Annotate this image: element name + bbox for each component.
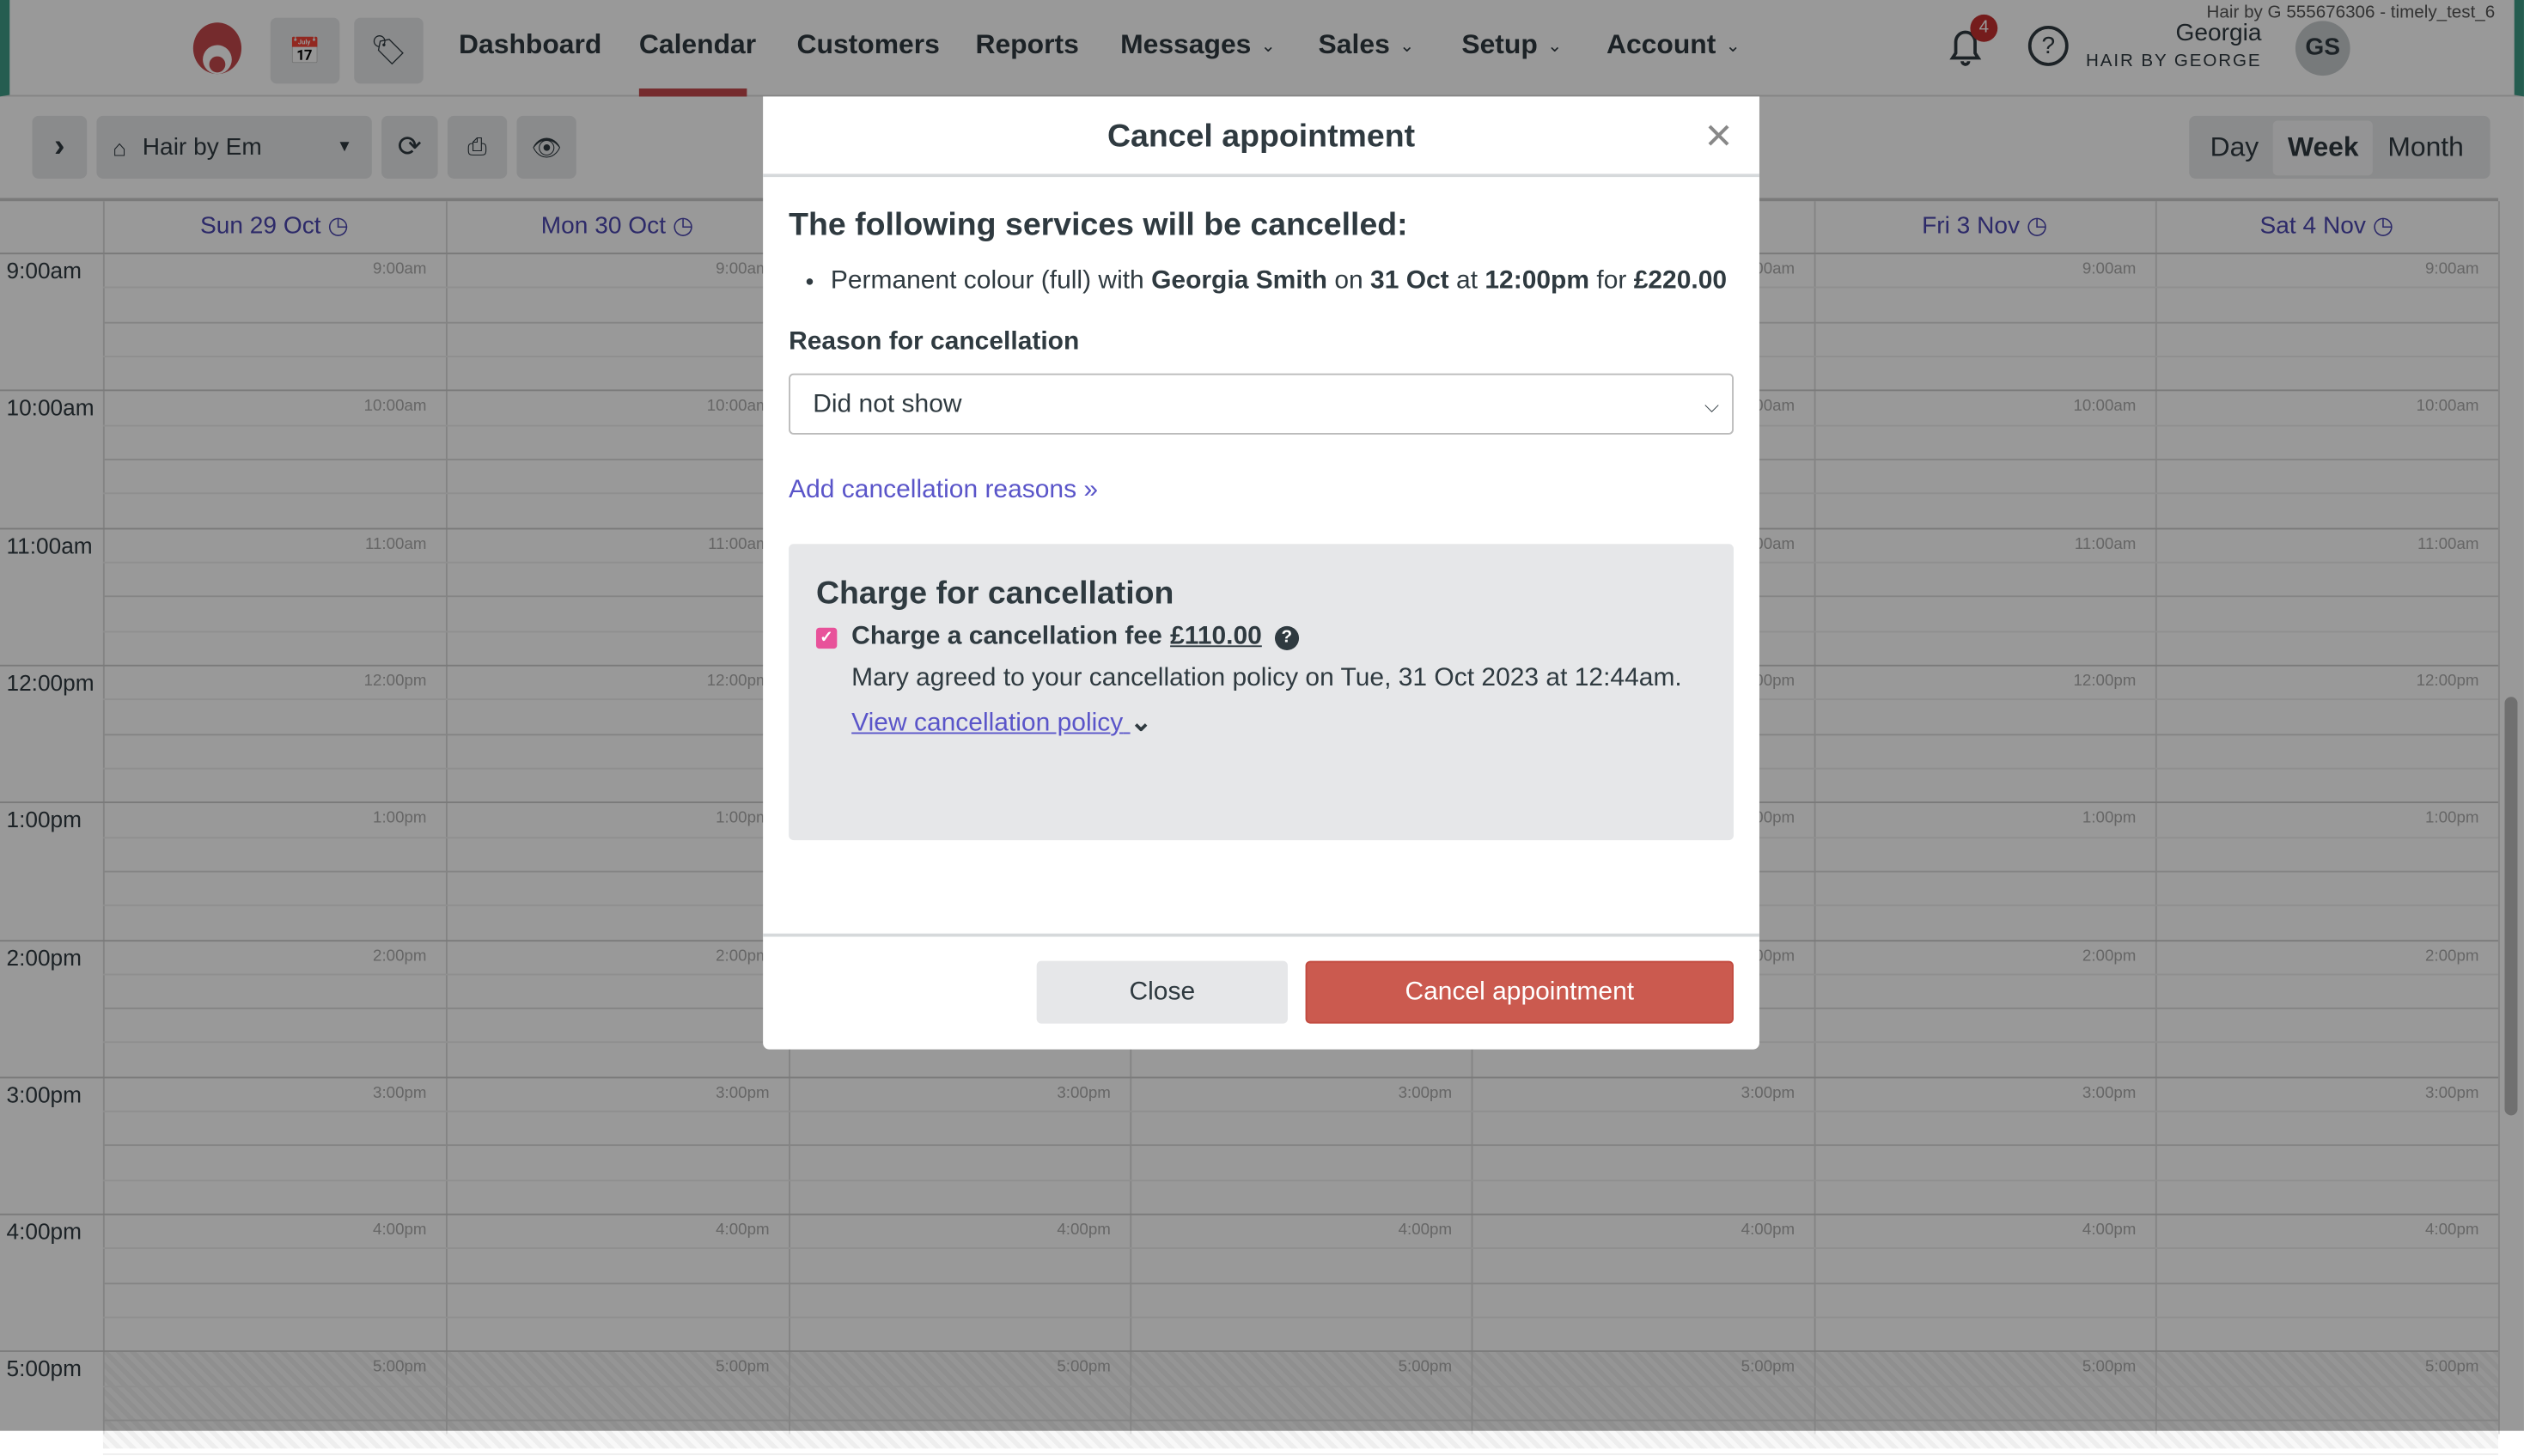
chevron-down-icon: ⌄: [1130, 710, 1152, 738]
close-button[interactable]: Close: [1036, 960, 1288, 1024]
add-cancellation-reasons-link[interactable]: Add cancellation reasons »: [789, 477, 1098, 506]
charge-fee-label: Charge a cancellation fee: [851, 623, 1162, 650]
charge-title: Charge for cancellation: [815, 576, 1174, 612]
chevron-down-icon: ⌵: [1704, 394, 1720, 417]
link-text: View cancellation policy: [851, 710, 1124, 738]
text: at: [1456, 267, 1478, 295]
service-name: Permanent colour (full): [830, 267, 1092, 295]
dialog-title: Cancel appointment: [1107, 119, 1416, 155]
policy-agreement-text: Mary agreed to your cancellation policy …: [851, 664, 1682, 692]
cancel-appointment-button[interactable]: Cancel appointment: [1305, 960, 1734, 1024]
reason-select[interactable]: Did not show ⌵: [789, 373, 1734, 435]
view-cancellation-policy-link[interactable]: View cancellation policy ⌄: [851, 707, 1706, 739]
text: with: [1098, 267, 1144, 295]
service-item: Permanent colour (full) with Georgia Smi…: [831, 258, 1734, 306]
charge-section: Charge for cancellation ✓ Charge a cance…: [789, 544, 1734, 841]
text: on: [1334, 267, 1363, 295]
service-time: 12:00pm: [1485, 267, 1590, 295]
reason-label: Reason for cancellation: [789, 328, 1080, 356]
service-date: 31 Oct: [1370, 267, 1449, 295]
cancel-appointment-dialog: Cancel appointment ✕ The following servic…: [763, 96, 1759, 1050]
charge-fee-checkbox[interactable]: ✓: [815, 626, 838, 649]
fee-amount[interactable]: £110.00: [1170, 623, 1262, 652]
reason-value: Did not show: [813, 391, 962, 419]
quarter-line: [102, 1453, 2498, 1456]
text: for: [1596, 267, 1627, 295]
close-icon[interactable]: ✕: [1704, 96, 1734, 177]
services-heading: The following services will be cancelled…: [789, 207, 1408, 243]
customer-name: Georgia Smith: [1151, 267, 1327, 295]
question-circle-icon[interactable]: ?: [1274, 624, 1299, 650]
service-price: £220.00: [1633, 267, 1728, 295]
